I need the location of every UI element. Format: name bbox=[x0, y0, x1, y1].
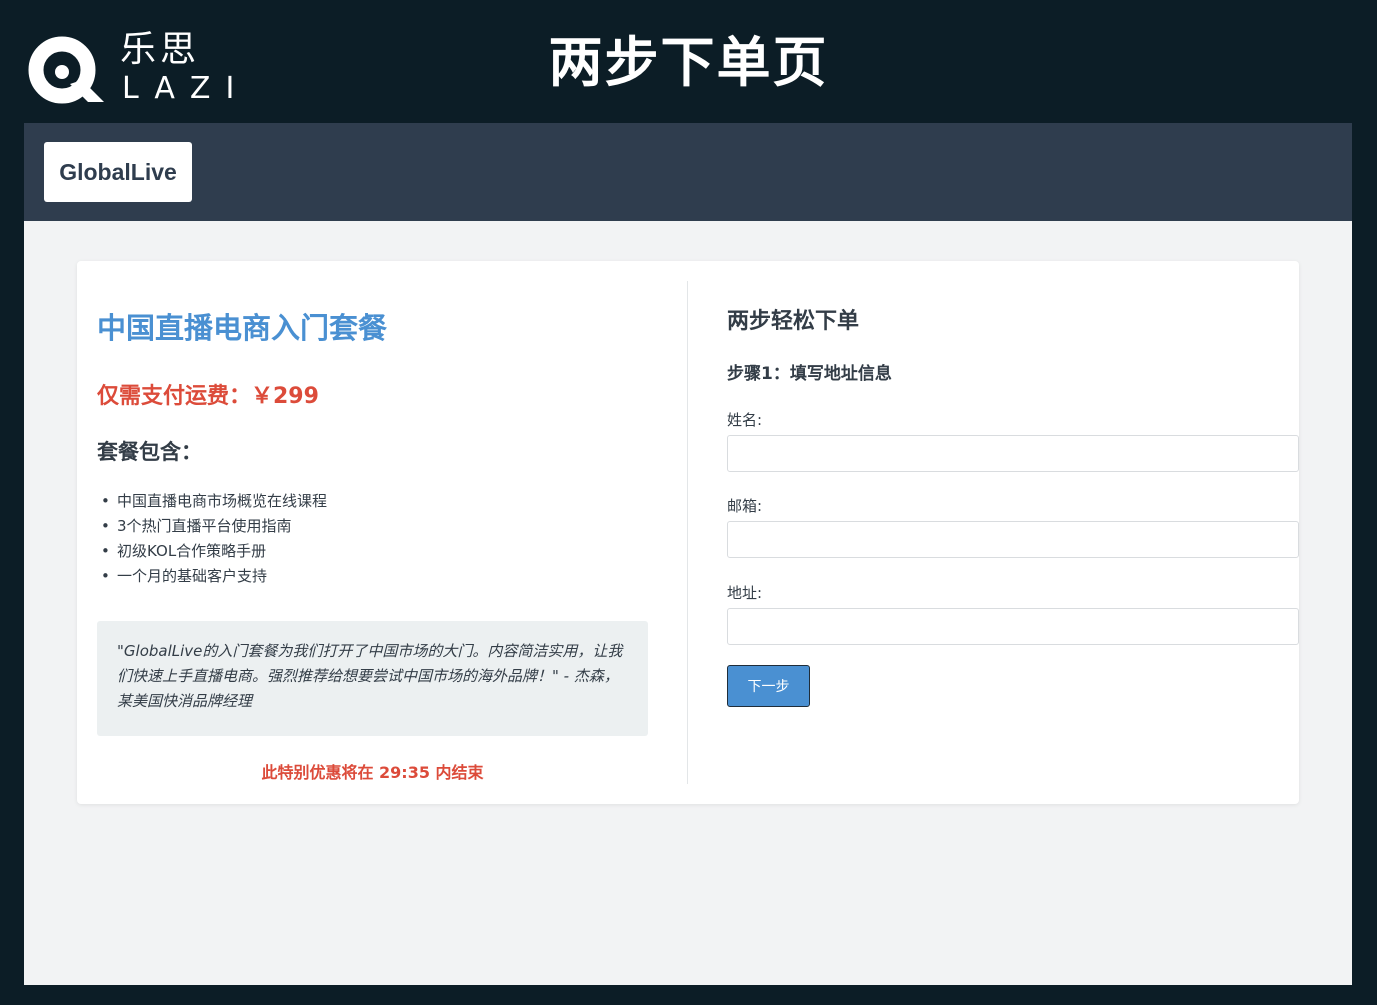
feature-list: 中国直播电商市场概览在线课程 3个热门直播平台使用指南 初级KOL合作策略手册 … bbox=[97, 489, 327, 589]
order-card: 中国直播电商入门套餐 仅需支付运费：￥299 套餐包含： 中国直播电商市场概览在… bbox=[77, 261, 1299, 804]
column-divider bbox=[687, 281, 688, 784]
banner: 乐思 LAZI 两步下单页 bbox=[0, 0, 1377, 123]
name-input[interactable] bbox=[727, 435, 1299, 472]
address-input[interactable] bbox=[727, 608, 1299, 645]
package-price: 仅需支付运费：￥299 bbox=[97, 384, 319, 409]
package-column: 中国直播电商入门套餐 仅需支付运费：￥299 套餐包含： 中国直播电商市场概览在… bbox=[97, 261, 649, 804]
email-label: 邮箱: bbox=[727, 497, 763, 515]
package-includes-heading: 套餐包含： bbox=[97, 440, 202, 464]
form-title: 两步轻松下单 bbox=[727, 309, 860, 334]
feature-item: 3个热门直播平台使用指南 bbox=[97, 514, 327, 539]
testimonial-quote: "GlobalLive的入门套餐为我们打开了中国市场的大门。内容简洁实用，让我们… bbox=[97, 621, 648, 736]
feature-item: 一个月的基础客户支持 bbox=[97, 564, 327, 589]
site-header: GlobalLive bbox=[24, 123, 1352, 221]
feature-item: 中国直播电商市场概览在线课程 bbox=[97, 489, 327, 514]
email-input[interactable] bbox=[727, 521, 1299, 558]
page-screenshot: GlobalLive 中国直播电商入门套餐 仅需支付运费：￥299 套餐包含： … bbox=[24, 123, 1352, 985]
package-title: 中国直播电商入门套餐 bbox=[97, 311, 388, 345]
feature-item: 初级KOL合作策略手册 bbox=[97, 539, 327, 564]
banner-title: 两步下单页 bbox=[548, 31, 829, 94]
step-title: 步骤1：填写地址信息 bbox=[727, 364, 892, 384]
order-form: 两步轻松下单 步骤1：填写地址信息 姓名: 邮箱: 地址: 下一步 bbox=[727, 261, 1299, 804]
brand-logo-button[interactable]: GlobalLive bbox=[44, 142, 192, 202]
next-step-button[interactable]: 下一步 bbox=[727, 665, 810, 707]
offer-countdown: 此特别优惠将在 29:35 内结束 bbox=[261, 763, 484, 782]
name-label: 姓名: bbox=[727, 411, 763, 429]
address-label: 地址: bbox=[727, 584, 763, 602]
